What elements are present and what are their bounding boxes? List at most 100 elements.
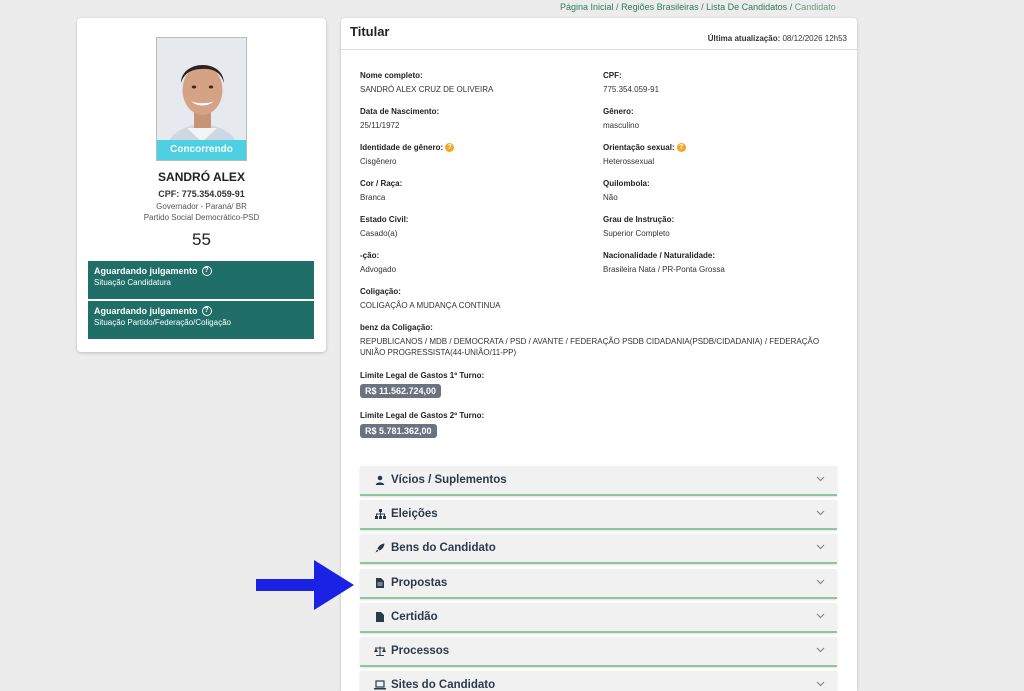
candidate-number: 55 [192, 230, 211, 249]
field-label: Limite Legal de Gastos 2º Turno: [360, 411, 485, 420]
field-race: Cor / Raça: Branca [360, 179, 402, 203]
candidate-photo: Concorrendo [156, 37, 247, 161]
breadcrumb-separator: / [698, 2, 707, 12]
accordion-sites[interactable]: Sites do Candidato [360, 671, 837, 691]
details-panel: Titular Última atualização: 08/12/2026 1… [341, 18, 857, 691]
chevron-down-icon [816, 613, 825, 619]
help-icon[interactable]: ? [201, 306, 212, 316]
field-label: Grau de Instrução: [603, 215, 675, 224]
accordion-label: Eleições [391, 508, 438, 520]
chevron-down-icon [816, 647, 825, 653]
field-gender: Gênero: masculino [603, 107, 639, 131]
field-label: Quilombola: [603, 179, 650, 188]
breadcrumb-home[interactable]: Página Inicial [560, 2, 614, 12]
accordion-propostas[interactable]: Propostas [360, 569, 837, 599]
file-icon [374, 577, 386, 589]
status-party: Aguardando julgamento? Situação Partido/… [88, 301, 314, 339]
candidate-cpf: CPF: 775.354.059-91 [158, 189, 245, 199]
field-label: Nacionalidade / Naturalidade: [603, 251, 716, 260]
field-value: Brasileira Nata / PR-Ponta Grossa [603, 265, 725, 274]
chevron-down-icon [816, 476, 825, 482]
field-gender-identity: Identidade de gênero:? Cisgênero [360, 143, 455, 167]
accordion-eleicoes[interactable]: Eleições [360, 500, 837, 530]
panel-header: Titular Última atualização: 08/12/2026 1… [341, 18, 857, 50]
chevron-down-icon [816, 510, 825, 516]
breadcrumb-separator: / [613, 2, 622, 12]
field-label: Orientação sexual:? [603, 143, 686, 152]
field-label: benz da Coligação: [360, 323, 433, 332]
pointer-arrow-icon [256, 560, 354, 610]
field-value: Superior Completo [603, 229, 670, 238]
field-quilombola: Quilombola: Não [603, 179, 650, 203]
field-value: SANDRÓ ALEX CRUZ DE OLIVEIRA [360, 85, 494, 94]
accordion-label: Vícios / Suplementos [391, 474, 507, 486]
field-cpf: CPF: 775.354.059-91 [603, 71, 659, 95]
field-value: Cisgênero [360, 157, 397, 166]
field-value: 775.354.059-91 [603, 85, 660, 94]
accordion-label: Bens do Candidato [391, 542, 496, 554]
last-updated: Última atualização: 08/12/2026 12h53 [708, 34, 847, 43]
field-value: Heterossexual [603, 157, 655, 166]
breadcrumb-separator: / [787, 2, 795, 12]
breadcrumb: Página Inicial / Regiões Brasileiras / L… [560, 2, 836, 12]
field-value: Casado(a) [360, 229, 398, 238]
field-sexual-orientation: Orientação sexual:? Heterossexual [603, 143, 686, 167]
field-label: Limite Legal de Gastos 1º Turno: [360, 371, 485, 380]
field-birth-date: Data de Nascimento: 25/11/1972 [360, 107, 439, 131]
accordion-label: Sites do Candidato [391, 679, 496, 691]
accordion-processos[interactable]: Processos [360, 637, 837, 667]
field-occupation: -ção: Advogado [360, 251, 396, 275]
status-badge: Concorrendo [157, 140, 246, 160]
panel-title: Titular [350, 24, 390, 39]
field-value: Não [603, 193, 618, 202]
status-subtitle: Situação Partido/Federação/Coligação [94, 318, 231, 327]
field-label: CPF: [603, 71, 622, 80]
field-value: Branca [360, 193, 386, 202]
accordion-certidao[interactable]: Certidão [360, 603, 837, 633]
info-icon[interactable]: ? [676, 143, 686, 152]
field-label: Estado Civil: [360, 215, 409, 224]
field-label: Cor / Raça: [360, 179, 403, 188]
field-label-text: Identidade de gênero: [360, 143, 444, 152]
file-icon [374, 611, 386, 623]
candidate-office: Governador - Paraná/ BR [156, 202, 247, 211]
info-icon[interactable]: ? [445, 143, 455, 152]
field-coalition-composition: benz da Coligação: REPUBLICANOS / MDB / … [360, 323, 840, 358]
field-label: Coligação: [360, 287, 401, 296]
field-marital-status: Estado Civil: Casado(a) [360, 215, 408, 239]
field-spending-limit-1: Limite Legal de Gastos 1º Turno: R$ 11.5… [360, 371, 484, 398]
candidate-party: Partido Social Democrático-PSD [143, 213, 260, 222]
field-nationality: Nacionalidade / Naturalidade: Brasileira… [603, 251, 725, 275]
accordion-bens[interactable]: Bens do Candidato [360, 534, 837, 564]
field-value: 25/11/1972 [360, 121, 400, 130]
field-education: Grau de Instrução: Superior Completo [603, 215, 674, 239]
field-value: masculino [603, 121, 640, 130]
breadcrumb-current: Candidato [794, 2, 836, 12]
help-icon[interactable]: ? [201, 266, 212, 276]
status-subtitle: Situação Candidatura [94, 278, 171, 287]
field-value: COLIGAÇÃO A MUDANÇA CONTINUA [360, 301, 501, 310]
field-label: Data de Nascimento: [360, 107, 440, 116]
chevron-down-icon [816, 544, 825, 550]
accordion-vicios[interactable]: Vícios / Suplementos [360, 466, 837, 496]
field-label: -ção: [360, 251, 380, 260]
chevron-down-icon [816, 681, 825, 687]
sitemap-icon [374, 508, 386, 520]
status-title: Aguardando julgamento [94, 306, 198, 316]
user-icon [374, 474, 386, 486]
laptop-icon [374, 679, 386, 691]
rocket-icon [374, 542, 386, 554]
chevron-down-icon [816, 579, 825, 585]
breadcrumb-regions[interactable]: Regiões Brasileiras [621, 2, 699, 12]
accordion-label: Propostas [391, 577, 448, 589]
field-coalition: Coligação: COLIGAÇÃO A MUDANÇA CONTINUA [360, 287, 840, 311]
field-label: Nome completo: [360, 71, 423, 80]
field-value: REPUBLICANOS / MDB / DEMOCRATA / PSD / A… [360, 337, 820, 357]
field-label: Identidade de gênero:? [360, 143, 455, 152]
candidate-card: Concorrendo SANDRÓ ALEX CPF: 775.354.059… [77, 18, 326, 352]
accordion-label: Processos [391, 645, 450, 657]
last-updated-label: Última atualização: [707, 34, 781, 43]
breadcrumb-list[interactable]: Lista De Candidatos [706, 2, 787, 12]
accordion-label: Certidão [391, 611, 438, 623]
money-badge: R$ 5.781.362,00 [360, 424, 437, 438]
